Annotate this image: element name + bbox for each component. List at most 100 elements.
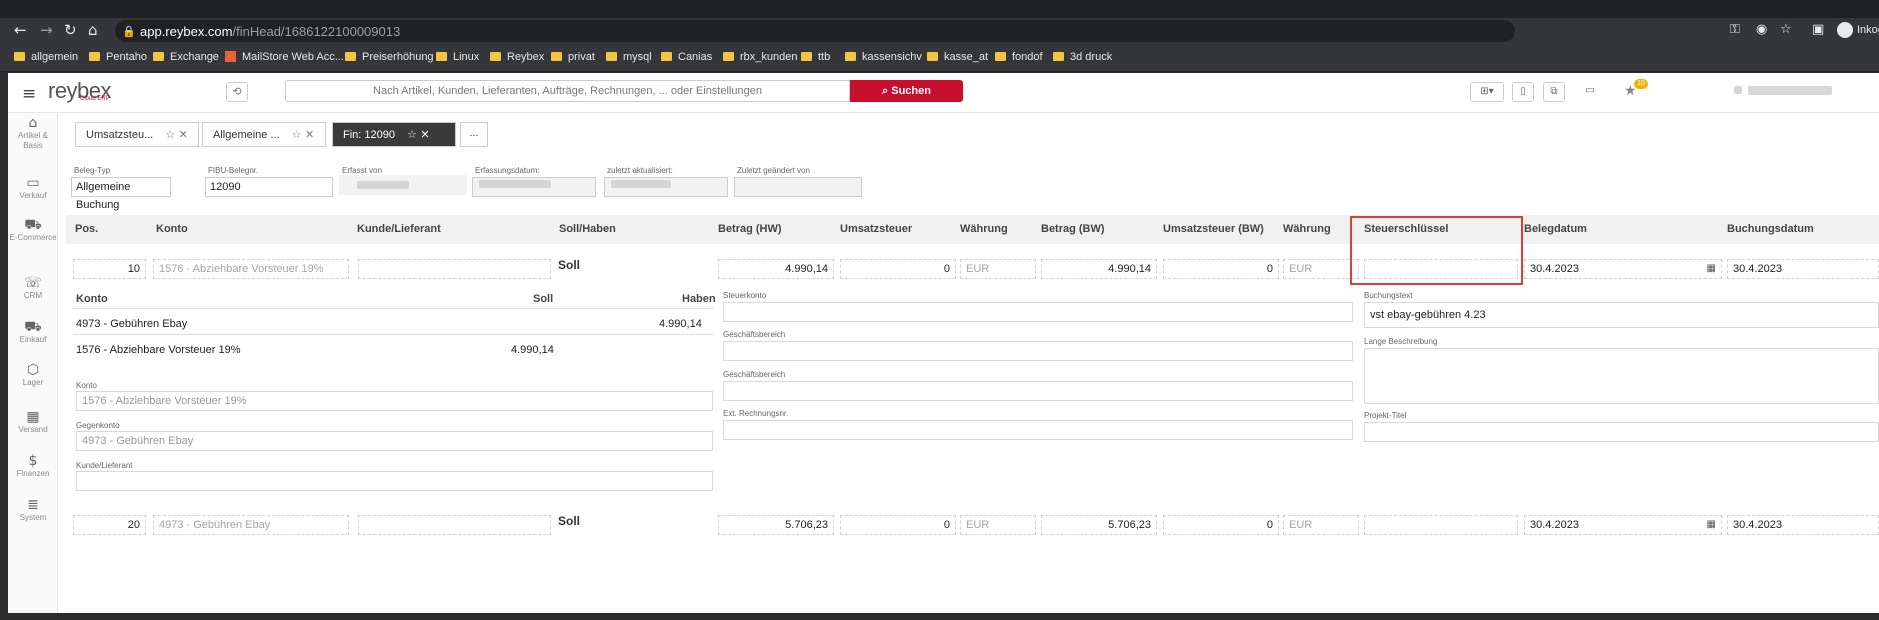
bookmark-exchange[interactable]: Exchange: [153, 51, 219, 63]
buchungstext-field[interactable]: vst ebay-gebühren 4.23: [1364, 302, 1879, 328]
col-ust-bw[interactable]: Umsatzsteuer (BW): [1163, 223, 1264, 235]
tab-allgemeine[interactable]: Allgemeine ... ☆ ✕: [202, 122, 326, 147]
row2-waehrung-bw[interactable]: EUR: [1283, 515, 1359, 535]
row2-ust[interactable]: 0: [840, 515, 956, 535]
row2-betrag-hw[interactable]: 5.706,23: [718, 515, 834, 535]
row2-sollhaben[interactable]: Soll: [558, 514, 580, 528]
geschaeftsbereich2-field[interactable]: [723, 381, 1353, 401]
col-betrag-bw[interactable]: Betrag (BW): [1041, 223, 1105, 235]
row2-ust-bw[interactable]: 0: [1163, 515, 1279, 535]
bookmark-canias[interactable]: Canias: [661, 51, 712, 63]
add-menu-button[interactable]: ⊞▾: [1470, 82, 1504, 102]
profile-avatar[interactable]: [1837, 22, 1853, 38]
bookmark-pentaho[interactable]: Pentaho: [89, 51, 147, 63]
col-waehrung-bw[interactable]: Währung: [1283, 223, 1331, 235]
row2-belegdatum[interactable]: 30.4.2023 ▦: [1524, 515, 1722, 535]
search-input[interactable]: Nach Artikel, Kunden, Lieferanten, Auftr…: [285, 80, 850, 102]
close-icon[interactable]: ✕: [179, 128, 188, 141]
sidebar-item-ecommerce[interactable]: ⛟ E-Commerce: [8, 218, 58, 243]
bookmark-3d-druck[interactable]: 3d druck: [1053, 51, 1112, 63]
clipboard-button[interactable]: ▯: [1512, 82, 1534, 102]
close-icon[interactable]: ✕: [305, 128, 314, 141]
bookmark-kasse-at[interactable]: kasse_at: [927, 51, 988, 63]
url-text[interactable]: app.reybex.com/finHead/1686122100009013: [140, 24, 400, 39]
copy-button[interactable]: ⧉: [1543, 82, 1565, 102]
projekt-titel-field[interactable]: [1364, 422, 1879, 442]
steuerkonto-field[interactable]: [723, 302, 1353, 322]
beleg-typ-field[interactable]: Allgemeine Buchung: [71, 177, 171, 211]
row1-waehrung[interactable]: EUR: [960, 259, 1036, 279]
bookmark-ttb[interactable]: ttb: [801, 51, 830, 63]
bookmark-linux[interactable]: Linux: [436, 51, 479, 63]
bookmark-allgemein[interactable]: allgemein: [14, 51, 78, 63]
back-icon[interactable]: ←: [14, 21, 27, 39]
row2-konto[interactable]: 4973 - Gebühren Ebay: [153, 515, 349, 535]
col-buchungsdatum[interactable]: Buchungsdatum: [1727, 223, 1814, 235]
forward-icon[interactable]: →: [40, 21, 53, 39]
col-konto[interactable]: Konto: [156, 223, 188, 235]
bookmark-privat[interactable]: privat: [551, 51, 595, 63]
row1-waehrung-bw[interactable]: EUR: [1283, 259, 1359, 279]
row1-sollhaben[interactable]: Soll: [558, 258, 580, 272]
row1-kunde[interactable]: [358, 259, 551, 279]
calendar-icon[interactable]: ▦: [1707, 516, 1716, 534]
col-sollhaben[interactable]: Soll/Haben: [559, 223, 616, 235]
reload-icon[interactable]: ↻: [64, 21, 77, 39]
sidebar-item-finanzen[interactable]: $ Finanzen: [8, 454, 58, 479]
row1-ust-bw[interactable]: 0: [1163, 259, 1279, 279]
detail-kunde-field[interactable]: [76, 471, 713, 491]
sidebar-item-system[interactable]: ≣ System: [8, 498, 58, 523]
sidebar-item-artikel[interactable]: ⌂ Artikel & Basis: [8, 116, 58, 151]
row1-pos[interactable]: 10: [73, 259, 146, 279]
col-belegdatum[interactable]: Belegdatum: [1524, 223, 1587, 235]
home-icon[interactable]: ⌂: [88, 21, 98, 39]
bookmark-star-icon[interactable]: ☆: [1780, 22, 1792, 37]
row1-betrag-hw[interactable]: 4.990,14: [718, 259, 834, 279]
user-name-redacted[interactable]: [1748, 86, 1832, 95]
row1-buchungsdatum[interactable]: 30.4.2023: [1727, 259, 1879, 279]
star-outline-icon[interactable]: ☆: [407, 128, 417, 141]
tab-fin-12090[interactable]: Fin: 12090 ☆ ✕: [332, 122, 456, 147]
detail-gegenkonto-field[interactable]: 4973 - Gebühren Ebay: [76, 431, 713, 451]
fibu-field[interactable]: 12090: [205, 177, 333, 197]
sidebar-item-lager[interactable]: ⬡ Lager: [8, 363, 58, 388]
row1-konto[interactable]: 1576 - Abziehbare Vorsteuer 19%: [153, 259, 349, 279]
col-ust[interactable]: Umsatzsteuer: [840, 223, 912, 235]
menu-icon[interactable]: ≡: [22, 84, 36, 104]
geschaeftsbereich-field[interactable]: [723, 341, 1353, 361]
key-icon[interactable]: ⚿: [1730, 22, 1740, 37]
row2-buchungsdatum[interactable]: 30.4.2023: [1727, 515, 1879, 535]
chat-button[interactable]: ▭: [1579, 82, 1601, 102]
row2-steuerschluessel[interactable]: [1364, 515, 1518, 535]
col-kunde[interactable]: Kunde/Lieferant: [357, 223, 441, 235]
tab-more-button[interactable]: ...: [460, 122, 488, 147]
lange-beschreibung-field[interactable]: [1364, 348, 1879, 404]
ext-rechnungsnr-field[interactable]: [723, 420, 1353, 440]
row2-waehrung[interactable]: EUR: [960, 515, 1036, 535]
search-button[interactable]: ⌕ Suchen: [850, 80, 963, 102]
bookmark-fondof[interactable]: fondof: [995, 51, 1043, 63]
row1-betrag-bw[interactable]: 4.990,14: [1041, 259, 1157, 279]
user-icon[interactable]: [1734, 86, 1742, 94]
sidebar-item-versand[interactable]: ▦ Versand: [8, 410, 58, 435]
sidepanel-icon[interactable]: ▣: [1812, 22, 1824, 37]
close-icon[interactable]: ✕: [420, 128, 429, 141]
col-pos[interactable]: Pos.: [75, 223, 98, 235]
bookmark-mysql[interactable]: mysql: [606, 51, 652, 63]
row1-ust[interactable]: 0: [840, 259, 956, 279]
bookmark-kassensichv[interactable]: kassensichv: [845, 51, 922, 63]
eye-off-icon[interactable]: ◉: [1756, 22, 1767, 37]
star-outline-icon[interactable]: ☆: [165, 128, 175, 141]
col-waehrung[interactable]: Währung: [960, 223, 1008, 235]
sidebar-item-crm[interactable]: ☏ CRM: [8, 276, 58, 301]
calendar-icon[interactable]: ▦: [1707, 260, 1716, 278]
star-outline-icon[interactable]: ☆: [292, 128, 302, 141]
profile-label[interactable]: Inkog: [1857, 24, 1879, 36]
row1-belegdatum[interactable]: 30.4.2023 ▦: [1524, 259, 1722, 279]
bookmark-rbx-kunden[interactable]: rbx_kunden: [723, 51, 798, 63]
sidebar-item-verkauf[interactable]: ▭ Verkauf: [8, 176, 58, 201]
bookmark-preiserhoehung[interactable]: Preiserhöhung: [345, 51, 434, 63]
col-betrag-hw[interactable]: Betrag (HW): [718, 223, 782, 235]
row2-pos[interactable]: 20: [73, 515, 146, 535]
history-button[interactable]: ⟲: [226, 82, 248, 102]
